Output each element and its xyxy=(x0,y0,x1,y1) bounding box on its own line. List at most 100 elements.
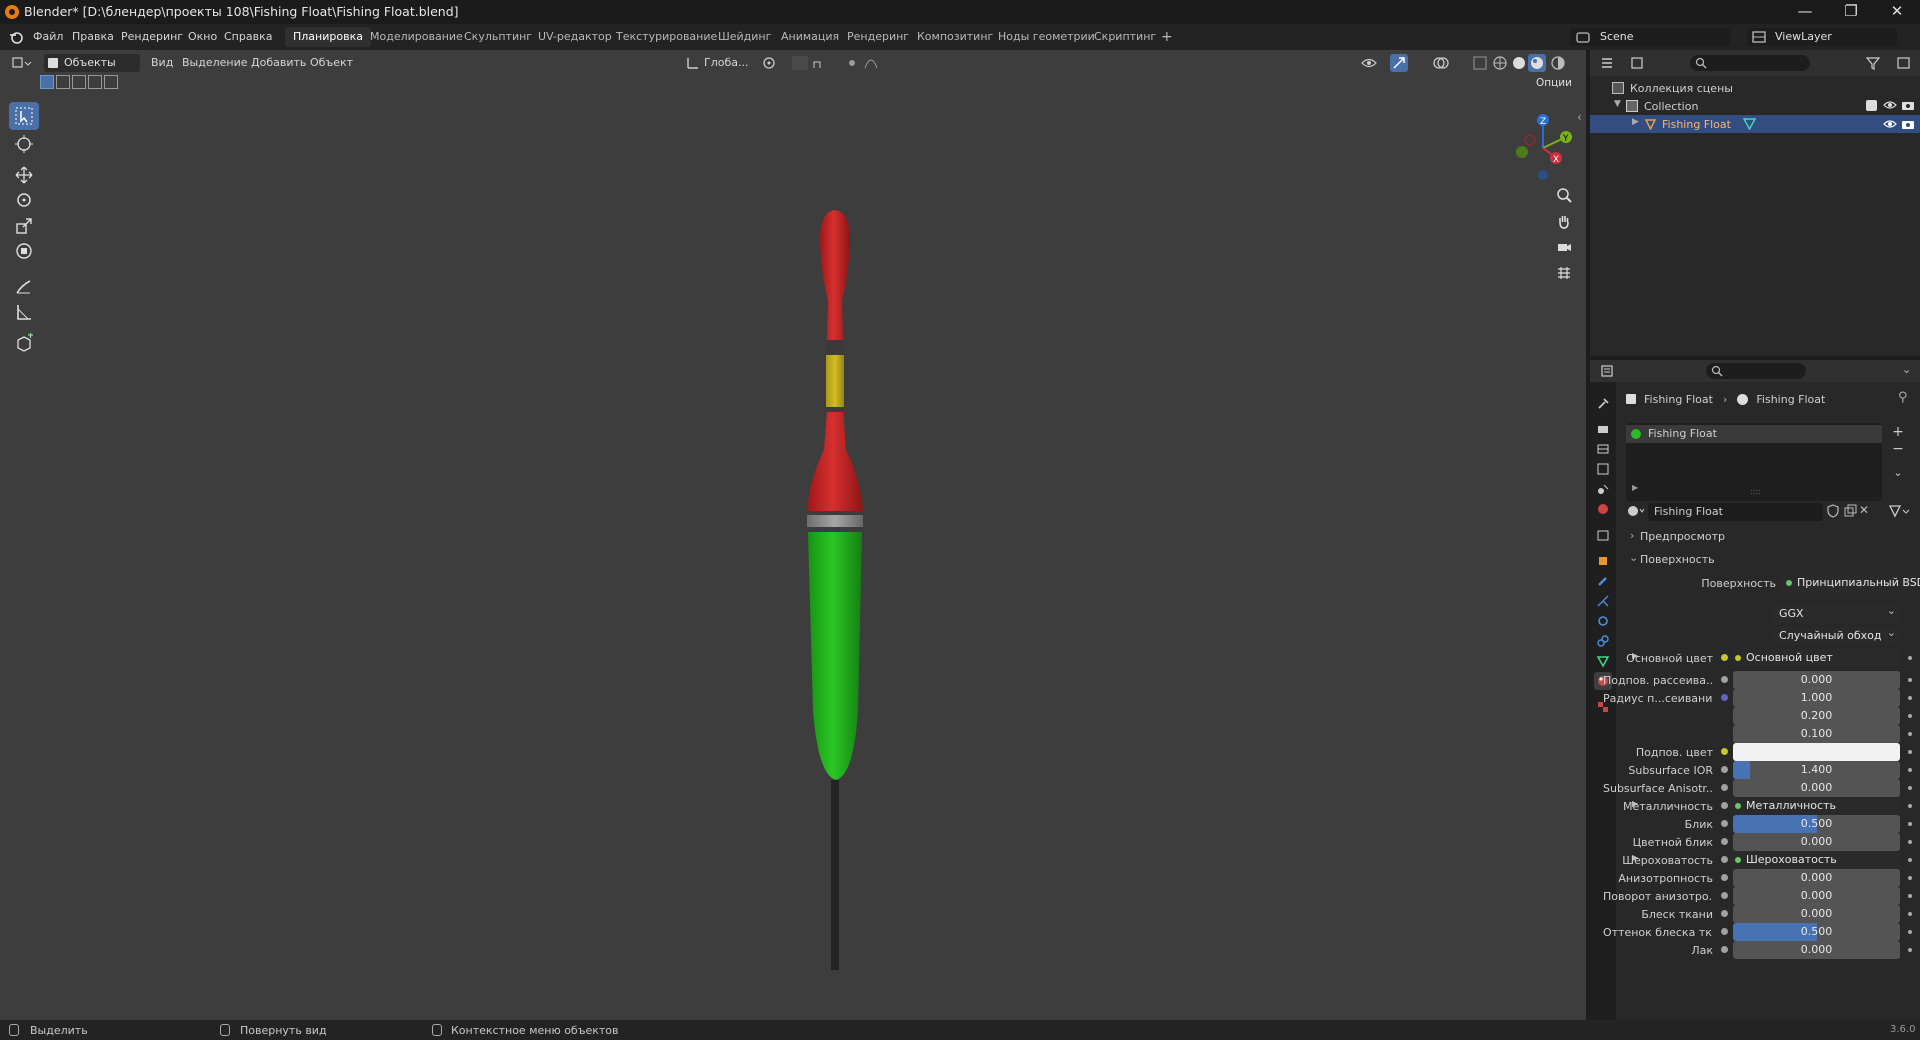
editor-type-icon[interactable] xyxy=(10,55,32,71)
proportional-editing-icon[interactable] xyxy=(845,56,859,70)
scene-selector[interactable]: Scene xyxy=(1570,28,1730,46)
fishing-float-object[interactable] xyxy=(790,160,880,980)
bsdf-number-field[interactable]: 0.500 xyxy=(1733,815,1900,833)
rendered-shading-icon[interactable] xyxy=(1550,55,1566,71)
outliner-row-scene-collection[interactable]: Коллекция сцены xyxy=(1590,79,1920,97)
output-tab-icon[interactable] xyxy=(1594,440,1612,458)
filter-icon[interactable] xyxy=(1865,56,1882,70)
object-render-camera-icon[interactable] xyxy=(1901,118,1915,130)
material-slot-row[interactable]: Fishing Float xyxy=(1626,425,1882,443)
keyframe-dot-icon[interactable] xyxy=(1908,894,1912,898)
bsdf-link-field[interactable]: Основной цвет xyxy=(1730,649,1900,667)
duplicate-material-icon[interactable] xyxy=(1843,504,1857,518)
tab-texture-paint[interactable]: Текстурирование xyxy=(608,27,725,47)
object-tab-icon[interactable] xyxy=(1594,552,1612,570)
menu-help[interactable]: Справка xyxy=(224,30,272,43)
socket-dot-icon[interactable] xyxy=(1721,820,1728,827)
material-name-field[interactable]: Fishing Float xyxy=(1648,503,1823,521)
menu-render[interactable]: Рендеринг xyxy=(121,30,183,43)
keyframe-dot-icon[interactable] xyxy=(1908,840,1912,844)
outliner-row-collection[interactable]: ▼ Collection xyxy=(1590,97,1920,115)
select-extend-icon[interactable] xyxy=(56,75,70,89)
navigation-gizmo[interactable]: Z Y X xyxy=(1500,100,1580,190)
select-intersect-icon[interactable] xyxy=(104,75,118,89)
collection-expand-icon[interactable]: ▼ xyxy=(1614,99,1621,109)
distribution-dropdown[interactable]: GGX xyxy=(1773,602,1900,623)
unlink-material-icon[interactable]: ✕ xyxy=(1859,503,1873,517)
move-tool[interactable] xyxy=(9,161,39,189)
menu-select[interactable]: Выделение xyxy=(182,56,248,69)
outliner-search-input[interactable] xyxy=(1690,55,1810,71)
tab-rendering[interactable]: Рендеринг xyxy=(839,27,917,47)
scene-tab-icon[interactable] xyxy=(1594,480,1612,498)
xray-icon[interactable] xyxy=(1472,55,1488,71)
overlays-icon[interactable] xyxy=(1432,55,1450,71)
blender-menu-icon[interactable] xyxy=(9,30,23,44)
bsdf-number-field[interactable]: 0.000 xyxy=(1733,941,1900,959)
material-browse-icon[interactable] xyxy=(1626,503,1646,521)
add-cube-tool[interactable] xyxy=(9,329,39,357)
socket-dot-icon[interactable] xyxy=(1721,838,1728,845)
mode-selector[interactable]: Объекты xyxy=(44,54,140,72)
world-tab-icon[interactable] xyxy=(1594,500,1612,518)
bsdf-number-field[interactable]: 0.000 xyxy=(1733,887,1900,905)
preview-panel-header[interactable]: › Предпросмотр xyxy=(1626,526,1918,546)
physics-tab-icon[interactable] xyxy=(1594,612,1612,630)
socket-dot-icon[interactable] xyxy=(1721,766,1728,773)
keyframe-dot-icon[interactable] xyxy=(1908,768,1912,772)
socket-dot-icon[interactable] xyxy=(1721,928,1728,935)
fake-user-shield-icon[interactable] xyxy=(1826,504,1840,518)
add-workspace-button[interactable]: + xyxy=(1153,27,1181,47)
close-button[interactable]: ✕ xyxy=(1874,0,1920,24)
view-layer-tab-icon[interactable] xyxy=(1594,460,1612,478)
pin-icon[interactable]: ⚲ xyxy=(1898,390,1908,405)
select-invert-icon[interactable] xyxy=(88,75,102,89)
properties-search-input[interactable] xyxy=(1706,363,1806,379)
scale-tool[interactable] xyxy=(9,212,39,240)
keyframe-dot-icon[interactable] xyxy=(1908,714,1912,718)
transform-tool[interactable] xyxy=(9,237,39,265)
keyframe-dot-icon[interactable] xyxy=(1908,912,1912,916)
constraints-tab-icon[interactable] xyxy=(1594,632,1612,650)
menu-add[interactable]: Добавить xyxy=(251,56,306,69)
modifier-tab-icon[interactable] xyxy=(1594,572,1612,590)
menu-window[interactable]: Окно xyxy=(188,30,217,43)
keyframe-dot-icon[interactable] xyxy=(1908,930,1912,934)
surface-shader-link[interactable]: Принципиальный BSDF xyxy=(1781,574,1920,592)
socket-dot-icon[interactable] xyxy=(1721,654,1728,661)
select-new-icon[interactable] xyxy=(40,75,54,89)
tab-modeling[interactable]: Моделирование xyxy=(362,27,471,47)
socket-dot-icon[interactable] xyxy=(1721,856,1728,863)
snap-icon[interactable] xyxy=(792,56,808,70)
exclude-checkbox-icon[interactable] xyxy=(1866,100,1877,111)
rotate-tool[interactable] xyxy=(9,186,39,214)
add-material-slot-button[interactable]: + xyxy=(1890,425,1906,441)
keyframe-dot-icon[interactable] xyxy=(1908,786,1912,790)
menu-view[interactable]: Вид xyxy=(151,56,173,69)
3d-viewport[interactable]: Объекты Вид Выделение Добавить Объект Гл… xyxy=(0,50,1586,1020)
pivot-point-icon[interactable] xyxy=(762,56,778,70)
surface-panel-header[interactable]: ⌄ Поверхность xyxy=(1626,549,1918,569)
bsdf-number-field[interactable]: 0.000 xyxy=(1733,833,1900,851)
socket-dot-icon[interactable] xyxy=(1721,874,1728,881)
menu-object[interactable]: Объект xyxy=(310,56,353,69)
view-layer-selector[interactable]: ViewLayer xyxy=(1747,28,1897,46)
bsdf-number-field[interactable]: 0.000 xyxy=(1733,671,1900,689)
socket-dot-icon[interactable] xyxy=(1721,676,1728,683)
options-dropdown[interactable]: Опции xyxy=(1530,74,1580,92)
select-subtract-icon[interactable] xyxy=(72,75,86,89)
socket-dot-icon[interactable] xyxy=(1721,802,1728,809)
keyframe-dot-icon[interactable] xyxy=(1908,948,1912,952)
visibility-selector-icon[interactable] xyxy=(1360,55,1380,71)
material-specials-chevron-icon[interactable]: ⌄ xyxy=(1890,466,1906,482)
tab-sculpting[interactable]: Скульптинг xyxy=(456,27,540,47)
bsdf-number-field[interactable]: 0.200 xyxy=(1733,707,1900,725)
material-link-mode-icon[interactable] xyxy=(1888,504,1912,518)
menu-edit[interactable]: Правка xyxy=(72,30,114,43)
properties-options-chevron-icon[interactable]: ⌄ xyxy=(1902,363,1911,376)
render-tab-icon[interactable] xyxy=(1594,420,1612,438)
annotate-tool[interactable] xyxy=(9,273,39,301)
gizmo-toggle-icon[interactable] xyxy=(1390,54,1408,72)
subsurface-method-dropdown[interactable]: Случайный обход xyxy=(1773,624,1900,645)
snap-target-icon[interactable] xyxy=(812,56,828,70)
